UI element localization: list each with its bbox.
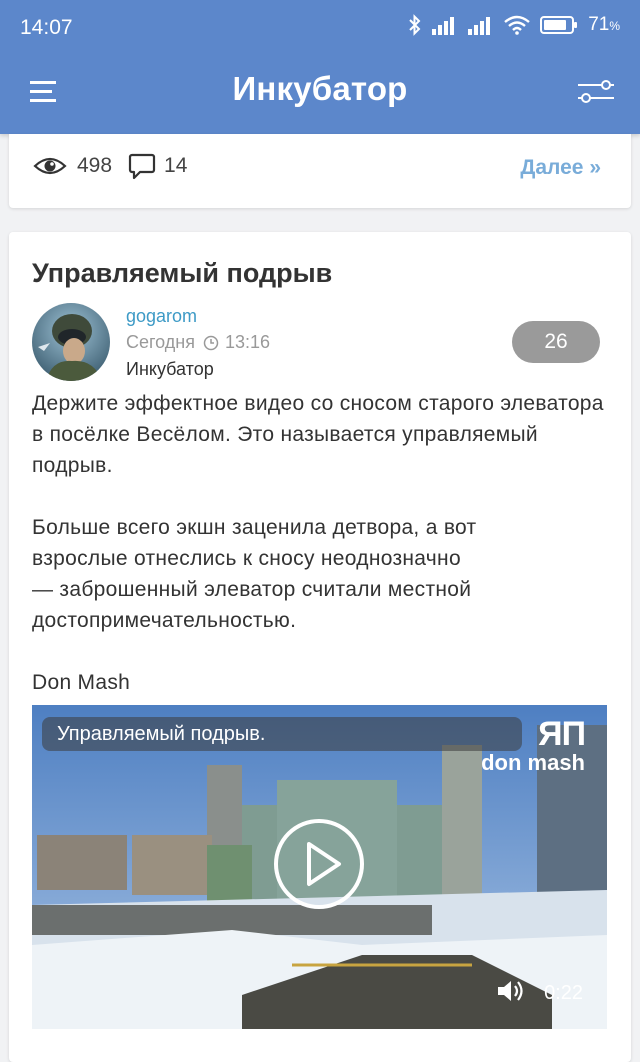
comments-count: 14 [164, 154, 188, 177]
post-body: Держите эффектное видео со сносом старог… [32, 388, 612, 698]
video-duration: 0:22 [544, 982, 583, 1004]
status-icons: 71% [408, 14, 620, 36]
post-paragraph-line: достопримечательностью. [32, 609, 297, 632]
signal-icon-2 [468, 17, 491, 35]
post-paragraph-line: Больше всего экшн заценила детвора, а во… [32, 516, 477, 539]
battery-percent: 71% [588, 14, 620, 35]
post-paragraph-line: — заброшенный элеватор считали местной [32, 578, 472, 601]
post-date: Сегодня 13:16 [126, 332, 270, 353]
wifi-icon [504, 15, 530, 35]
video-title: Управляемый подрыв. [42, 717, 522, 751]
battery-icon [540, 16, 578, 34]
post-title[interactable]: Управляемый подрыв [32, 258, 332, 289]
volume-icon[interactable] [495, 977, 525, 1005]
post-card: Управляемый подрыв gogarom Сегодня 13:16… [9, 232, 631, 1062]
video-watermark: ЯП don mash [481, 715, 586, 776]
avatar[interactable] [32, 303, 110, 381]
clock-icon [203, 335, 219, 350]
rating-badge[interactable]: 26 [512, 321, 600, 363]
filter-icon[interactable] [576, 76, 616, 108]
post-section[interactable]: Инкубатор [126, 359, 214, 380]
post-paragraph: Держите эффектное видео со сносом старог… [32, 392, 604, 477]
post-time: 13:16 [225, 332, 271, 352]
eye-icon [33, 157, 67, 175]
app-bar: 14:07 71% Инкубатор [0, 0, 640, 134]
watermark-text: don mash [481, 750, 585, 775]
signal-icon [432, 17, 455, 35]
views-count: 498 [77, 154, 113, 177]
status-time: 14:07 [20, 16, 73, 39]
post-paragraph-line: взрослые отнеслись к сносу неоднозначно [32, 547, 461, 570]
comment-icon[interactable] [128, 152, 156, 180]
bluetooth-icon [409, 14, 421, 36]
date-label: Сегодня [126, 332, 195, 352]
author-name[interactable]: gogarom [126, 306, 197, 327]
play-icon[interactable] [273, 818, 365, 910]
prev-post-footer: 498 14 Далее » [9, 134, 631, 208]
video-player[interactable]: Управляемый подрыв. ЯП don mash 0:22 [32, 705, 607, 1029]
status-bar: 14:07 71% [0, 0, 640, 60]
read-more-link[interactable]: Далее » [520, 156, 601, 180]
page-title: Инкубатор [232, 70, 408, 107]
post-stats: 498 14 [33, 152, 187, 180]
watermark-logo: ЯП [538, 715, 586, 753]
post-source: Don Mash [32, 671, 131, 694]
